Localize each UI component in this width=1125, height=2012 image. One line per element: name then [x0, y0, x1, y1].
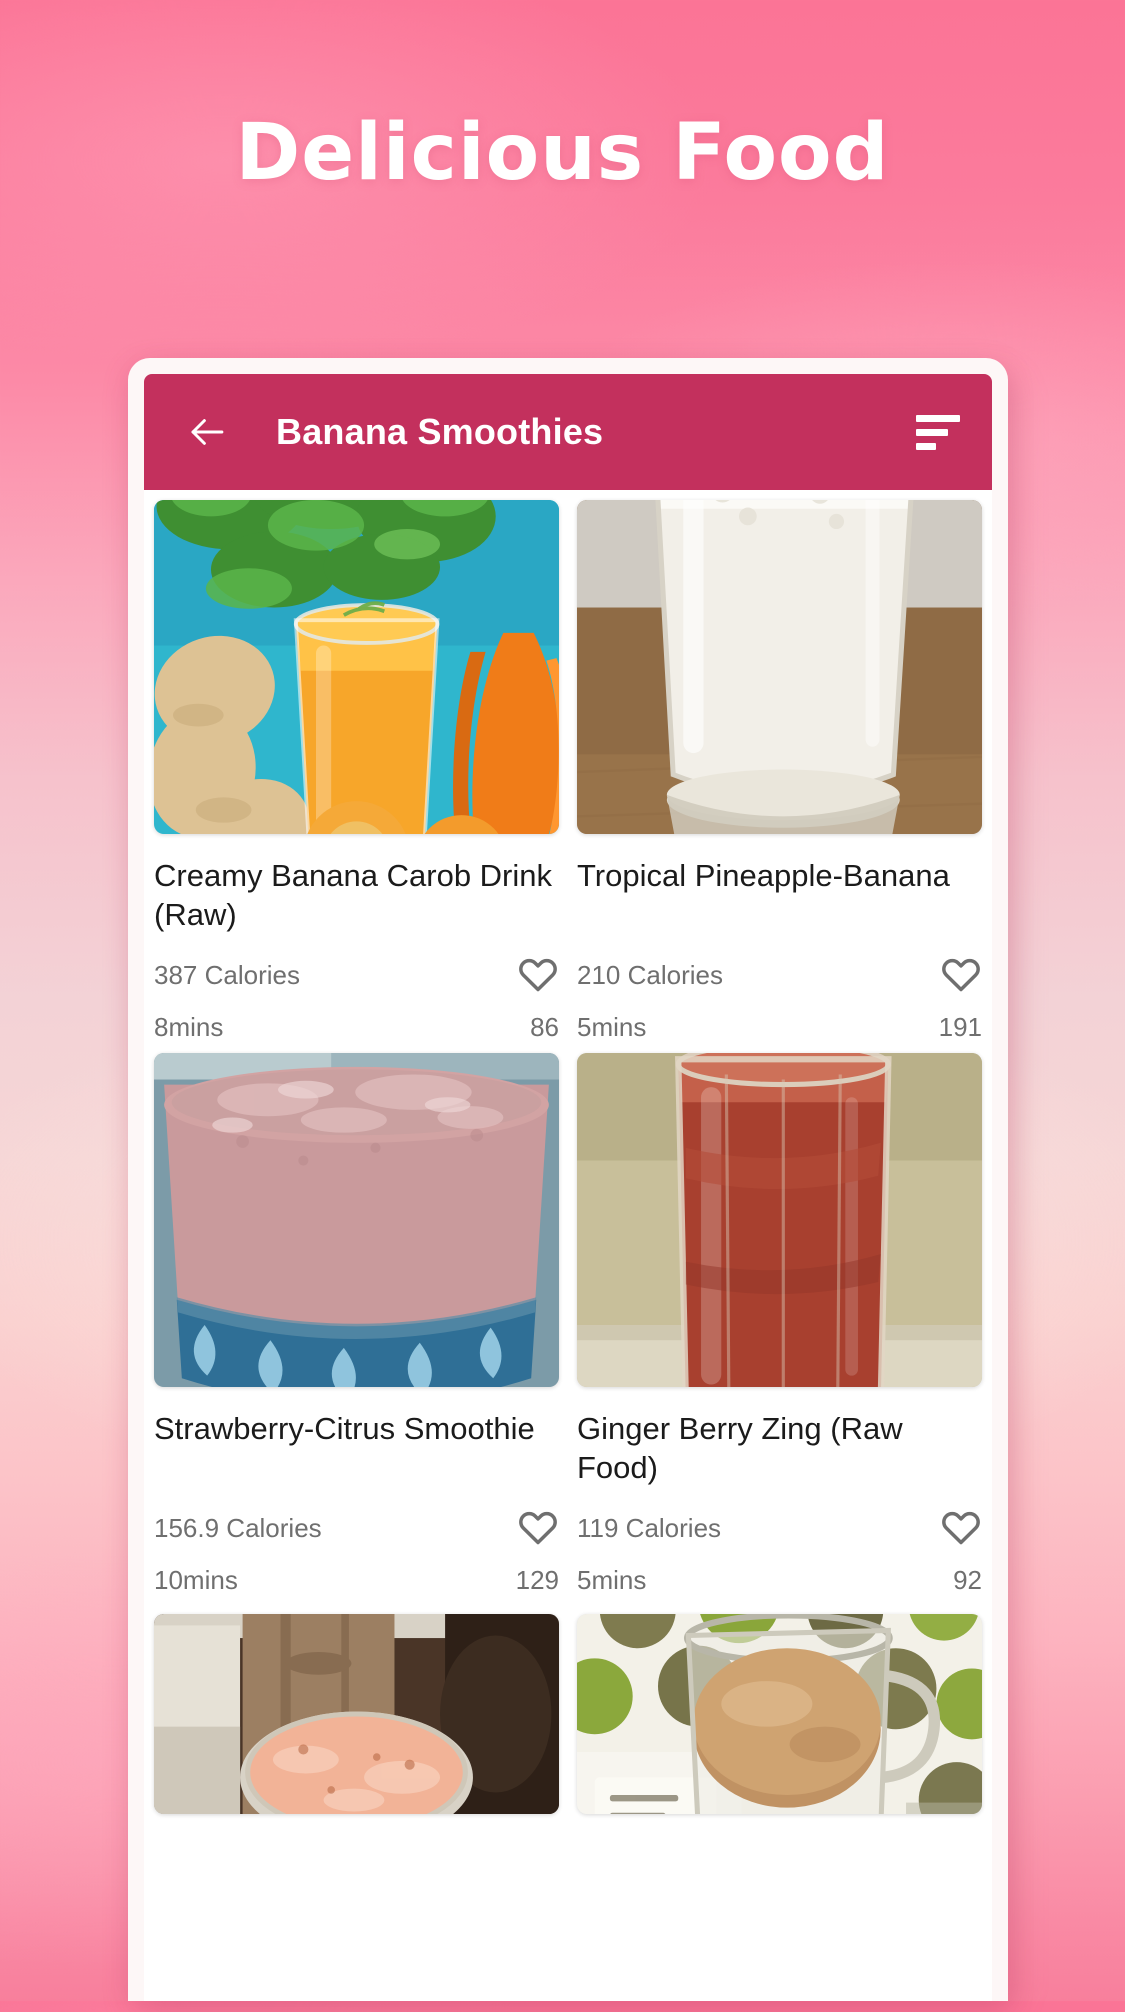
recipe-image-peach-smoothie[interactable]: [154, 1614, 559, 1814]
recipe-like-count: 191: [938, 1012, 982, 1042]
recipe-card[interactable]: [577, 1614, 982, 1814]
app-bar-title: Banana Smoothies: [276, 411, 604, 452]
recipe-meta-time-row: 8mins 86: [154, 1012, 559, 1043]
sort-bar-2: [916, 428, 948, 436]
recipe-meta-calories-row: 119 Calories: [577, 1507, 982, 1549]
recipe-time: 5mins: [577, 1565, 647, 1595]
sort-icon[interactable]: [916, 410, 960, 454]
recipe-image-carrot-ginger-juice[interactable]: [154, 500, 559, 834]
phone-frame: Banana Smoothies Creamy Banana Carob Dri…: [128, 358, 1008, 2001]
recipe-time: 8mins: [154, 1012, 224, 1042]
heart-outline-icon[interactable]: [517, 954, 559, 996]
recipe-calories: 156.9 Calories: [154, 1512, 322, 1543]
recipe-meta-time-row: 10mins 129: [154, 1565, 559, 1596]
recipe-meta-calories-row: 210 Calories: [577, 954, 982, 996]
recipe-card[interactable]: [154, 1614, 559, 1814]
recipe-time: 10mins: [154, 1565, 238, 1595]
heart-outline-icon[interactable]: [940, 954, 982, 996]
recipe-meta-calories-row: 387 Calories: [154, 954, 559, 996]
recipe-calories: 387 Calories: [154, 959, 300, 990]
recipe-like-count: 129: [515, 1565, 559, 1595]
recipe-meta-calories-row: 156.9 Calories: [154, 1507, 559, 1549]
recipe-card[interactable]: Ginger Berry Zing (Raw Food) 119 Calorie…: [577, 1053, 982, 1596]
recipe-card[interactable]: Tropical Pineapple-Banana 210 Calories 5…: [577, 500, 982, 1043]
recipe-grid: Creamy Banana Carob Drink (Raw) 387 Calo…: [144, 490, 992, 1596]
recipe-grid-partial-row: [144, 1614, 992, 1814]
recipe-image-tan-smoothie-polka-dot[interactable]: [577, 1614, 982, 1814]
recipe-meta-time-row: 5mins 92: [577, 1565, 982, 1596]
recipe-image-strawberry-citrus-smoothie[interactable]: [154, 1053, 559, 1387]
sort-bar-3: [916, 442, 936, 450]
recipe-time: 5mins: [577, 1012, 647, 1042]
recipe-like-count: 92: [953, 1565, 982, 1595]
recipe-calories: 119 Calories: [577, 1512, 722, 1543]
recipe-name: Strawberry-Citrus Smoothie: [154, 1411, 535, 1446]
heart-outline-icon[interactable]: [517, 1507, 559, 1549]
recipe-image-creamy-white-smoothie[interactable]: [577, 500, 982, 834]
page-title: Delicious Food: [235, 108, 890, 198]
recipe-image-ginger-berry-zing[interactable]: [577, 1053, 982, 1387]
recipe-like-count: 86: [530, 1012, 559, 1042]
heart-outline-icon[interactable]: [940, 1507, 982, 1549]
recipe-card[interactable]: Creamy Banana Carob Drink (Raw) 387 Calo…: [154, 500, 559, 1043]
recipe-meta-time-row: 5mins 191: [577, 1012, 982, 1043]
recipe-card[interactable]: Strawberry-Citrus Smoothie 156.9 Calorie…: [154, 1053, 559, 1596]
arrow-left-icon[interactable]: [186, 411, 228, 453]
recipe-name: Ginger Berry Zing (Raw Food): [577, 1411, 903, 1486]
recipe-calories: 210 Calories: [577, 959, 723, 990]
app-bar: Banana Smoothies: [144, 374, 992, 490]
recipe-name: Tropical Pineapple-Banana: [577, 858, 950, 893]
recipe-name: Creamy Banana Carob Drink (Raw): [154, 858, 553, 933]
sort-bar-1: [916, 414, 960, 422]
app-screen: Banana Smoothies Creamy Banana Carob Dri…: [144, 374, 992, 2001]
